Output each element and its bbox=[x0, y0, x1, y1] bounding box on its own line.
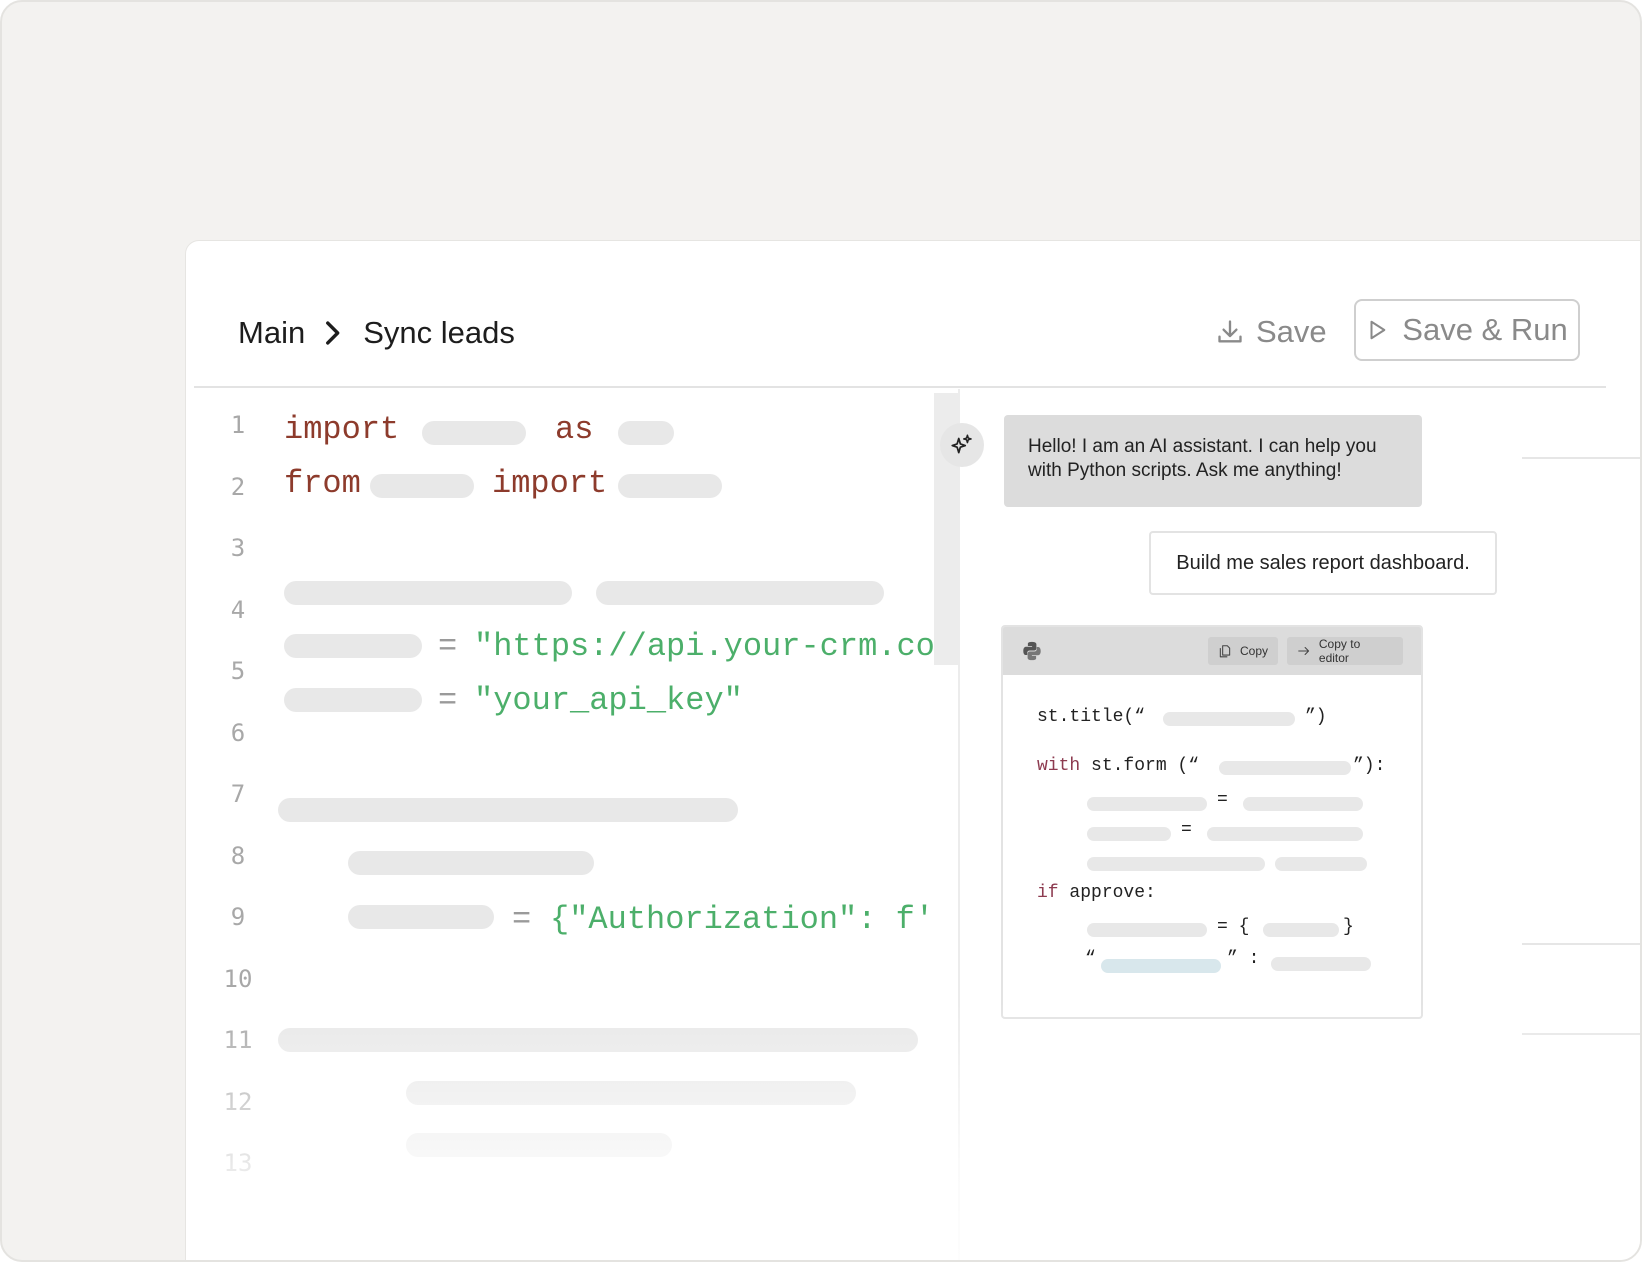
user-message: Build me sales report dashboard. bbox=[1149, 531, 1497, 595]
code-placeholder bbox=[422, 421, 526, 445]
code-placeholder bbox=[406, 1133, 672, 1157]
window-frame: Main Sync leads Save Save & Run 1 2 3 4 … bbox=[0, 0, 1642, 1262]
code-text: approve: bbox=[1058, 883, 1156, 903]
line-number: 7 bbox=[230, 780, 246, 808]
code-placeholder bbox=[284, 581, 572, 605]
code-placeholder bbox=[1087, 923, 1207, 937]
code-text: } bbox=[1343, 917, 1354, 937]
code-placeholder bbox=[1263, 923, 1339, 937]
code-keyword: with bbox=[1037, 756, 1081, 776]
code-string[interactable]: "your_api_key" bbox=[474, 682, 743, 719]
code-placeholder bbox=[284, 688, 422, 712]
code-placeholder bbox=[1243, 797, 1363, 811]
code-card-header: Copy Copy to editor bbox=[1003, 627, 1421, 675]
code-text: st.title(“ bbox=[1037, 707, 1146, 727]
breadcrumb-current: Sync leads bbox=[363, 315, 515, 350]
code-text: ” : bbox=[1227, 949, 1260, 969]
code-keyword[interactable]: import bbox=[284, 411, 399, 448]
code-operator: = bbox=[1181, 820, 1192, 840]
ai-avatar bbox=[940, 423, 984, 467]
code-placeholder bbox=[278, 1028, 918, 1052]
code-text: if approve: bbox=[1037, 883, 1156, 903]
copy-to-editor-button[interactable]: Copy to editor bbox=[1287, 637, 1403, 665]
copy-button[interactable]: Copy bbox=[1208, 637, 1278, 665]
arrow-right-icon bbox=[1298, 647, 1310, 655]
script-editor-card: Main Sync leads Save Save & Run 1 2 3 4 … bbox=[185, 240, 1640, 1260]
code-string[interactable]: "https://api.your-crm.co bbox=[474, 628, 935, 665]
line-number: 11 bbox=[223, 1026, 253, 1054]
code-keyword: if bbox=[1037, 883, 1059, 903]
save-label: Save bbox=[1256, 314, 1327, 349]
code-placeholder bbox=[278, 798, 738, 822]
code-placeholder bbox=[618, 421, 674, 445]
code-operator[interactable]: = bbox=[438, 682, 457, 719]
code-placeholder bbox=[618, 474, 722, 498]
line-number: 3 bbox=[230, 534, 246, 562]
code-keyword[interactable]: as bbox=[555, 411, 593, 448]
assistant-message: Hello! I am an AI assistant. I can help … bbox=[1004, 415, 1422, 507]
code-placeholder bbox=[1101, 959, 1221, 973]
chevron-right-icon bbox=[326, 321, 340, 345]
divider bbox=[1522, 457, 1640, 459]
code-placeholder bbox=[348, 905, 494, 929]
code-string[interactable]: {"Authorization": f' bbox=[550, 901, 934, 938]
copy-to-editor-label: Copy to editor bbox=[1318, 637, 1361, 665]
line-number: 4 bbox=[230, 596, 246, 624]
code-placeholder bbox=[596, 581, 884, 605]
code-placeholder bbox=[1087, 797, 1207, 811]
header: Main Sync leads Save Save & Run bbox=[186, 241, 1640, 387]
download-icon bbox=[1218, 320, 1242, 343]
breadcrumb: Main Sync leads bbox=[238, 311, 515, 355]
line-number: 9 bbox=[230, 903, 246, 931]
code-text: st.form (“ bbox=[1080, 756, 1200, 776]
code-operator: = { bbox=[1217, 917, 1250, 937]
code-text: ”) bbox=[1305, 707, 1327, 727]
code-placeholder bbox=[370, 474, 474, 498]
editor-divider bbox=[958, 389, 960, 1260]
save-button[interactable]: Save bbox=[1216, 307, 1327, 357]
code-placeholder bbox=[284, 634, 422, 658]
divider bbox=[1522, 1033, 1640, 1035]
line-number: 2 bbox=[230, 473, 246, 501]
code-placeholder bbox=[1163, 712, 1295, 726]
code-placeholder bbox=[1207, 827, 1363, 841]
code-text: with st.form (“ bbox=[1037, 756, 1199, 776]
code-keyword[interactable]: import bbox=[492, 465, 607, 502]
code-placeholder bbox=[1219, 761, 1351, 775]
code-operator: = bbox=[1217, 790, 1228, 810]
breadcrumb-root[interactable]: Main bbox=[238, 315, 305, 351]
code-placeholder bbox=[1275, 857, 1367, 871]
save-and-run-button[interactable]: Save & Run bbox=[1354, 299, 1580, 361]
line-number: 6 bbox=[230, 719, 246, 747]
python-icon bbox=[1023, 641, 1041, 661]
code-placeholder bbox=[1087, 857, 1265, 871]
header-divider bbox=[194, 386, 1606, 388]
line-number: 1 bbox=[230, 411, 246, 439]
play-icon bbox=[1370, 320, 1386, 340]
code-suggestion-card: Copy Copy to editor st.title(“ ”) with s… bbox=[1001, 625, 1423, 1019]
code-text: “ bbox=[1085, 949, 1096, 969]
code-placeholder bbox=[348, 851, 594, 875]
line-number: 5 bbox=[230, 657, 246, 685]
code-placeholder bbox=[1271, 957, 1371, 971]
line-number: 12 bbox=[223, 1088, 253, 1116]
line-number: 8 bbox=[230, 842, 246, 870]
line-number: 13 bbox=[223, 1149, 253, 1177]
code-text: ”): bbox=[1353, 756, 1386, 776]
divider bbox=[1522, 943, 1640, 945]
code-operator[interactable]: = bbox=[438, 628, 457, 665]
sparkle-icon bbox=[951, 434, 972, 454]
code-placeholder bbox=[406, 1081, 856, 1105]
code-placeholder bbox=[1087, 827, 1171, 841]
save-and-run-label: Save & Run bbox=[1402, 312, 1568, 347]
code-operator[interactable]: = bbox=[512, 901, 531, 938]
line-number: 10 bbox=[223, 965, 253, 993]
code-keyword[interactable]: from bbox=[284, 465, 361, 502]
copy-label: Copy bbox=[1239, 644, 1268, 658]
copy-icon bbox=[1219, 645, 1231, 658]
